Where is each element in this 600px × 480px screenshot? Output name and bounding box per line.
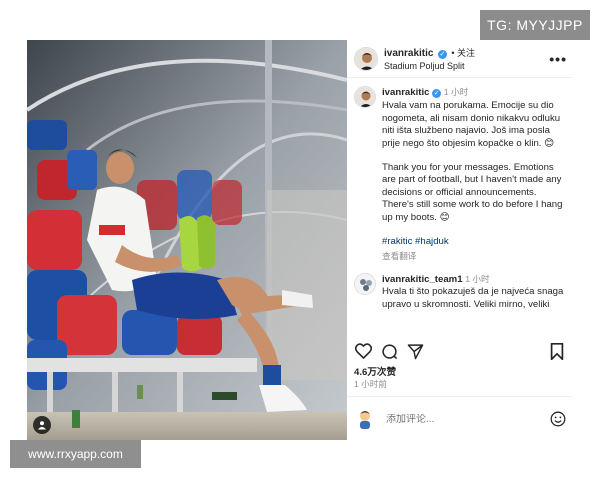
- comment-text: Hvala ti što pokazuješ da je najveća sna…: [382, 286, 564, 310]
- comment-avatar[interactable]: [354, 272, 376, 295]
- avatar[interactable]: [354, 46, 378, 71]
- caption-verified-icon: ✓: [432, 89, 442, 98]
- caption-text-en: Thank you for your messages. Emotions ar…: [382, 162, 563, 223]
- action-bar: [347, 342, 573, 360]
- caption-avatar[interactable]: [354, 86, 376, 108]
- tagged-user-icon[interactable]: [33, 416, 51, 434]
- watermark-top: TG: MYYJJPP: [480, 10, 590, 40]
- likes-count[interactable]: 4.6万次赞: [354, 364, 396, 378]
- follow-button[interactable]: 关注: [457, 48, 475, 58]
- player-on-bench-image: [27, 40, 347, 440]
- see-translation-link[interactable]: 查看翻译: [382, 250, 566, 262]
- divider: [347, 396, 573, 397]
- posted-time: 1 小时前: [354, 379, 387, 389]
- post-header: ivanrakitic ✓ • 关注 Stadium Poljud Split …: [347, 40, 573, 78]
- comments-area[interactable]: ivanrakitic ✓ 1 小时 Hvala vam na porukama…: [347, 78, 573, 348]
- caption-hashtags[interactable]: #rakitic #hajduk: [382, 236, 566, 248]
- comment-icon[interactable]: [380, 342, 398, 360]
- post-photo[interactable]: [27, 40, 347, 440]
- caption-time: 1 小时: [443, 87, 469, 97]
- heart-icon[interactable]: [354, 342, 372, 360]
- verified-icon: ✓: [437, 49, 447, 59]
- location-link[interactable]: Stadium Poljud Split: [384, 60, 549, 73]
- comment: ivanrakitic_team1 1 小时 Hvala ti što poka…: [354, 272, 566, 311]
- instagram-post: ivanrakitic ✓ • 关注 Stadium Poljud Split …: [27, 40, 573, 440]
- caption-text-hr: Hvala vam na porukama. Emocije su dio no…: [382, 100, 561, 149]
- sticker-icon[interactable]: [354, 408, 376, 430]
- comment-username[interactable]: ivanrakitic_team1: [382, 274, 463, 285]
- bookmark-icon[interactable]: [548, 342, 566, 360]
- caption-username[interactable]: ivanrakitic: [382, 87, 429, 98]
- header-username[interactable]: ivanrakitic: [384, 48, 433, 59]
- comment-time: 1 小时: [465, 273, 490, 284]
- add-comment-input[interactable]: [386, 413, 550, 425]
- more-icon[interactable]: •••: [549, 51, 567, 67]
- caption: ivanrakitic ✓ 1 小时 Hvala vam na porukama…: [354, 86, 566, 263]
- post-side-panel: ivanrakitic ✓ • 关注 Stadium Poljud Split …: [347, 40, 573, 440]
- share-icon[interactable]: [406, 342, 424, 360]
- watermark-bottom: www.rrxyapp.com: [10, 440, 141, 468]
- add-comment-bar: [354, 408, 566, 430]
- emoji-icon[interactable]: [550, 411, 566, 427]
